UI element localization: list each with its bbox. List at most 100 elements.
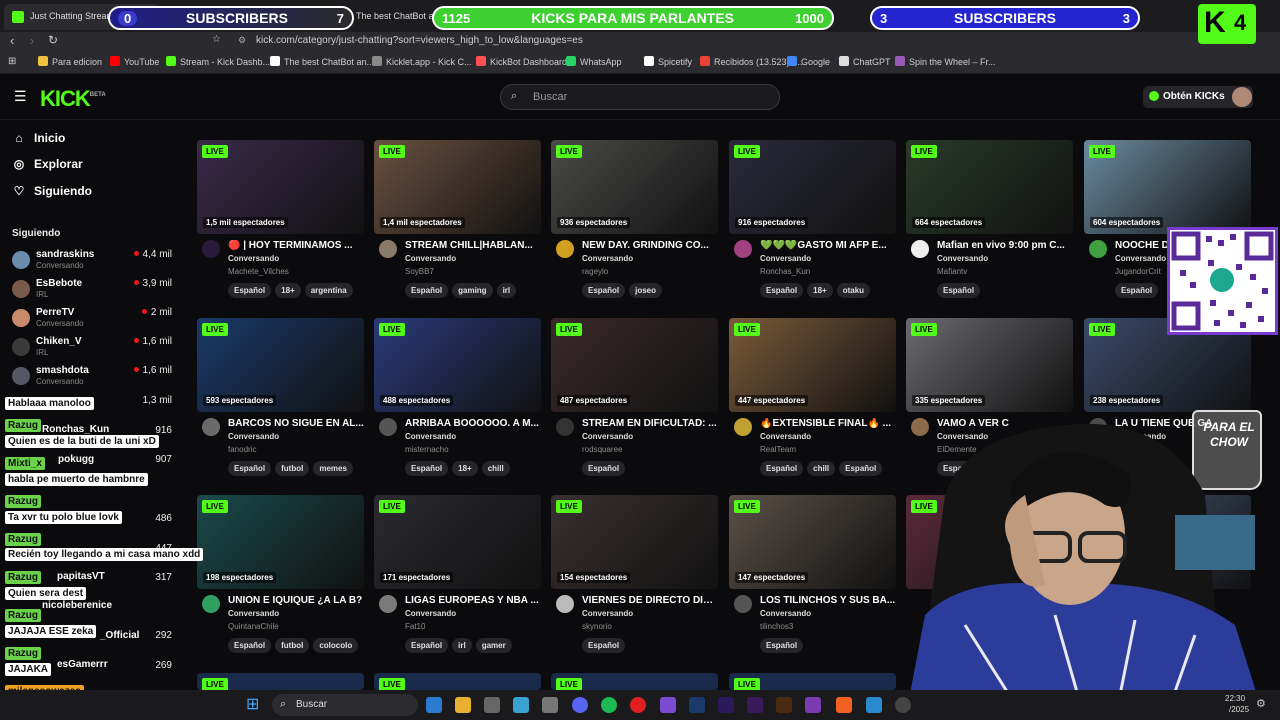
stream-title[interactable]: VIERNES DE DIRECTO DIO...	[582, 595, 718, 606]
bookmark-item[interactable]: ChatGPT	[839, 56, 891, 67]
stream-category[interactable]: Conversando	[582, 254, 633, 263]
channel-name[interactable]: JugandorCrit	[1115, 267, 1161, 276]
bookmark-item[interactable]: WhatsApp	[566, 56, 622, 67]
stream-thumbnail[interactable]: LIVE 198 espectadores	[197, 495, 364, 589]
back-icon[interactable]: ‹	[10, 33, 14, 48]
tag-chip[interactable]: Español	[228, 461, 272, 476]
stream-category[interactable]: Conversando	[228, 254, 279, 263]
stream-thumbnail[interactable]: LIVE	[374, 673, 541, 690]
bookmark-item[interactable]: Spin the Wheel – Fr...	[895, 56, 996, 67]
brave-icon[interactable]	[836, 697, 852, 713]
calculator-icon[interactable]	[542, 697, 558, 713]
stream-thumbnail[interactable]: LIVE 447 espectadores	[729, 318, 896, 412]
stream-title[interactable]: 🔥EXTENSIBLE FINAL🔥 ...	[760, 418, 896, 429]
stream-card[interactable]: LIVE 1,5 mil espectadores 🔴 | HOY TERMINAM…	[197, 140, 364, 310]
stream-card[interactable]: LIVE 487 espectadores STREAM EN DIFICULTAD…	[551, 318, 718, 488]
channel-name[interactable]: skynorio	[582, 622, 612, 631]
stream-card[interactable]: LIVE 171 espectadores LIGAS EUROPEAS Y NBA…	[374, 495, 541, 665]
tag-chip[interactable]: 18+	[807, 283, 833, 298]
taskbar-search[interactable]: ⌕ Buscar	[272, 694, 418, 716]
channel-name[interactable]: rodsquaree	[582, 445, 622, 454]
channel-name[interactable]: Machete_Vilches	[228, 267, 289, 276]
channel-avatar[interactable]	[734, 418, 752, 436]
stream-category[interactable]: Conversando	[582, 432, 633, 441]
opera-icon[interactable]	[630, 697, 646, 713]
channel-avatar[interactable]	[202, 240, 220, 258]
channel-avatar[interactable]	[379, 595, 397, 613]
channel-avatar[interactable]	[556, 595, 574, 613]
followed-channel[interactable]: sandraskins Conversando 4,4 mil	[12, 249, 172, 277]
tag-chip[interactable]: colocolo	[313, 638, 359, 653]
followed-channel[interactable]: EsBebote IRL 3,9 mil	[12, 278, 172, 306]
stream-thumbnail[interactable]: LIVE 936 espectadores	[551, 140, 718, 234]
channel-avatar[interactable]	[911, 240, 929, 258]
stream-category[interactable]: Conversando	[405, 432, 456, 441]
channel-avatar[interactable]	[734, 240, 752, 258]
stream-card[interactable]: LIVE 936 espectadores NEW DAY. GRINDING CO…	[551, 140, 718, 310]
stream-category[interactable]: Conversando	[760, 432, 811, 441]
stream-thumbnail[interactable]: LIVE 1,5 mil espectadores	[197, 140, 364, 234]
stream-title[interactable]: 💚💚💚GASTO MI AFP E...	[760, 240, 896, 251]
sidebar-item-inicio[interactable]: ⌂ Inicio	[12, 131, 65, 145]
stream-thumbnail[interactable]: LIVE	[729, 673, 896, 690]
stream-title[interactable]: STREAM EN DIFICULTAD: ...	[582, 418, 718, 429]
stream-title[interactable]: ARRIBAA BOOOOOO. A M...	[405, 418, 541, 429]
stream-category[interactable]: Conversando	[760, 609, 811, 618]
obs-icon[interactable]	[895, 697, 911, 713]
forward-icon[interactable]: ›	[30, 33, 34, 48]
channel-avatar[interactable]	[734, 595, 752, 613]
url-field[interactable]: kick.com/category/just-chatting?sort=vie…	[256, 35, 583, 46]
site-info-icon[interactable]: ⚙	[238, 35, 246, 46]
stream-thumbnail[interactable]: LIVE 154 espectadores	[551, 495, 718, 589]
channel-name[interactable]: Mafiantv	[937, 267, 967, 276]
stream-category[interactable]: Conversando	[228, 432, 279, 441]
stream-title[interactable]: UNION E IQUIQUE ¿A LA B?	[228, 595, 364, 606]
bookmark-item[interactable]: YouTube	[110, 56, 159, 67]
spotify-icon[interactable]	[601, 697, 617, 713]
channel-name[interactable]: fanodric	[228, 445, 256, 454]
channel-name[interactable]: RealTeam	[760, 445, 796, 454]
stream-thumbnail[interactable]: LIVE 1,4 mil espectadores	[374, 140, 541, 234]
stream-card[interactable]: LIVE 198 espectadores UNION E IQUIQUE ¿A L…	[197, 495, 364, 665]
tag-chip[interactable]: futbol	[275, 638, 310, 653]
channel-avatar[interactable]	[1089, 240, 1107, 258]
file-explorer-icon[interactable]	[455, 697, 471, 713]
channel-avatar[interactable]	[556, 418, 574, 436]
app-icon[interactable]	[866, 697, 882, 713]
stream-title[interactable]: Mafian en vivo 9:00 pm C...	[937, 240, 1073, 251]
tag-chip[interactable]: chill	[807, 461, 836, 476]
stream-category[interactable]: Conversando	[760, 254, 811, 263]
bookmark-item[interactable]: Spicetify	[644, 56, 692, 67]
channel-name[interactable]: Ronchas_Kun	[760, 267, 810, 276]
tag-chip[interactable]: Español	[839, 461, 883, 476]
store-icon[interactable]	[484, 697, 500, 713]
stream-category[interactable]: Conversando	[228, 609, 279, 618]
notepad-icon[interactable]	[513, 697, 529, 713]
sidebar-item-explorar[interactable]: ◎ Explorar	[12, 157, 83, 171]
channel-name[interactable]: rageylo	[582, 267, 608, 276]
tag-chip[interactable]: Español	[582, 283, 626, 298]
tag-chip[interactable]: Español	[937, 283, 981, 298]
tag-chip[interactable]: futbol	[275, 461, 310, 476]
bookmark-item[interactable]: Para edicion	[38, 56, 102, 67]
media-encoder-icon[interactable]	[747, 697, 763, 713]
onenote-icon[interactable]	[805, 697, 821, 713]
tag-chip[interactable]: Español	[228, 283, 272, 298]
tag-chip[interactable]: argentina	[304, 283, 353, 298]
channel-name[interactable]: tilinchos3	[760, 622, 793, 631]
tag-chip[interactable]: Español	[405, 461, 449, 476]
tag-chip[interactable]: Español	[760, 638, 804, 653]
tag-chip[interactable]: memes	[313, 461, 353, 476]
bookmark-item[interactable]: Stream - Kick Dashb...	[166, 56, 270, 67]
stream-card[interactable]: LIVE 147 espectadores LOS TILINCHOS Y SUS …	[729, 495, 896, 665]
copilot-icon[interactable]	[426, 697, 442, 713]
search-input[interactable]: ⌕ Buscar	[500, 84, 780, 110]
stream-title[interactable]: LOS TILINCHOS Y SUS BA...	[760, 595, 896, 606]
discord-icon[interactable]	[572, 697, 588, 713]
stream-card[interactable]: LIVE 447 espectadores 🔥EXTENSIBLE FINAL🔥 .…	[729, 318, 896, 488]
tag-chip[interactable]: Español	[760, 283, 804, 298]
tag-chip[interactable]: irl	[452, 638, 472, 653]
stream-title[interactable]: BARCOS NO SIGUE EN AL...	[228, 418, 364, 429]
reload-icon[interactable]: ↻	[48, 33, 58, 47]
tag-chip[interactable]: 18+	[275, 283, 301, 298]
